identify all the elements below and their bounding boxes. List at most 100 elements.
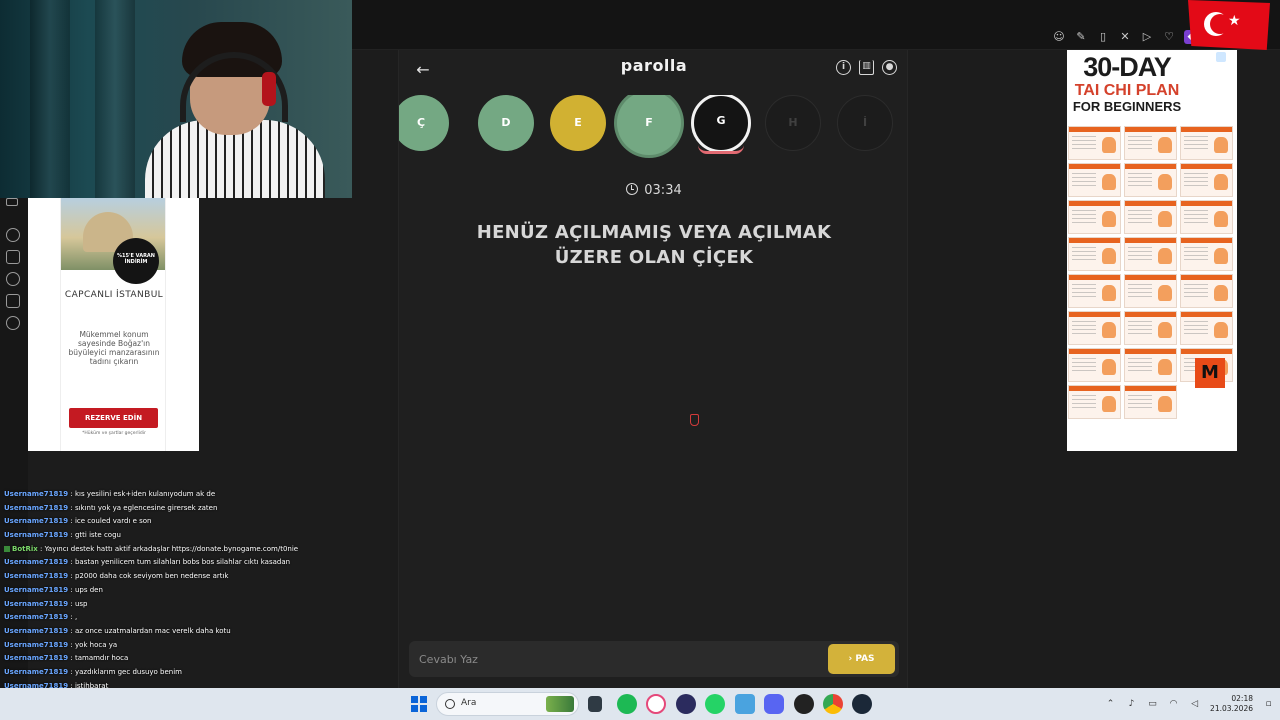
letter-bubble: G — [691, 95, 751, 154]
windows-start-icon[interactable] — [411, 696, 427, 712]
chat-text: p2000 daha cok seviyom ben nedense artık — [74, 572, 229, 581]
chat-username[interactable]: Username71819 — [4, 504, 68, 512]
info-icon[interactable]: i — [836, 60, 851, 75]
day-header — [1181, 349, 1232, 354]
chat-message: Username71819 : , — [0, 611, 400, 625]
exercise-figure — [1102, 174, 1116, 190]
chat-username[interactable]: Username71819 — [4, 558, 68, 566]
day-cell — [1124, 163, 1177, 197]
star-icon: ★ — [1228, 13, 1241, 29]
header-actions: i ▥ ● — [836, 60, 897, 75]
clock-icon — [626, 183, 639, 195]
day-cell — [1124, 311, 1177, 345]
chat-separator: : — [68, 558, 75, 567]
exercise-figure — [1158, 322, 1172, 338]
spotify-icon[interactable] — [617, 694, 637, 714]
screen: { "game": { "title": "parolla", "timer":… — [0, 0, 1280, 720]
exercise-lines — [1184, 321, 1208, 337]
chat-username[interactable]: Username71819 — [4, 613, 68, 621]
chat-separator: : — [68, 667, 75, 676]
heart-icon[interactable]: ♡ — [1162, 30, 1176, 44]
chat-username[interactable]: Username71819 — [4, 490, 68, 498]
bag-icon[interactable] — [6, 250, 20, 264]
game-launcher-icon[interactable] — [794, 694, 814, 714]
network-app-icon[interactable] — [735, 694, 755, 714]
volume-icon[interactable]: ◁ — [1189, 699, 1200, 710]
obs-icon[interactable] — [676, 694, 696, 714]
chat-username[interactable]: Username71819 — [4, 668, 68, 676]
chat-username[interactable]: Username71819 — [4, 586, 68, 594]
task-view-icon[interactable] — [588, 696, 602, 712]
play-circle-icon[interactable] — [6, 228, 20, 242]
exercise-figure — [1214, 137, 1228, 153]
day-cell — [1124, 274, 1177, 308]
day-cell — [1124, 385, 1177, 419]
translate-icon[interactable]: ✕ — [1118, 30, 1132, 44]
chat-separator: : — [68, 572, 75, 581]
answer-input[interactable] — [419, 641, 819, 677]
countdown-timer: 03:34 — [399, 183, 909, 198]
pass-button[interactable]: › PAS — [828, 644, 895, 674]
hotel-advertisement[interactable]: %15'E VARAN İNDİRİM CAPCANLI İSTANBUL Mü… — [28, 198, 199, 451]
chat-username[interactable]: BotRix — [12, 545, 38, 553]
exercise-figure — [1214, 211, 1228, 227]
clock-icon[interactable] — [6, 272, 20, 286]
emoji-icon[interactable]: ☺ — [1052, 30, 1066, 44]
exercise-lines — [1072, 395, 1096, 411]
day-header — [1181, 127, 1232, 132]
day-cell — [1068, 385, 1121, 419]
tai-chi-advertisement[interactable]: 30-DAY TAI CHI PLAN FOR BEGINNERS M — [1067, 50, 1237, 451]
exercise-figure — [1102, 211, 1116, 227]
tai-chi-subtitle: TAI CHI PLAN — [1074, 82, 1180, 99]
microphone-icon[interactable]: ♪ — [1126, 699, 1137, 710]
day-cell — [1068, 348, 1121, 382]
refresh-icon[interactable] — [6, 316, 20, 330]
chat-username[interactable]: Username71819 — [4, 517, 68, 525]
reserve-button[interactable]: REZERVE EDİN — [69, 408, 158, 428]
exercise-lines — [1184, 284, 1208, 300]
chat-username[interactable]: Username71819 — [4, 627, 68, 635]
day-header — [1069, 201, 1120, 206]
stats-icon[interactable]: ▥ — [859, 60, 874, 75]
steam-icon[interactable] — [852, 694, 872, 714]
day-header — [1181, 201, 1232, 206]
taskbar-clock[interactable]: 02:18 21.03.2026 — [1210, 694, 1253, 714]
bookmark-icon[interactable]: ▯ — [1096, 30, 1110, 44]
discord-icon[interactable] — [764, 694, 784, 714]
day-cell — [1068, 126, 1121, 160]
chat-username[interactable]: Username71819 — [4, 641, 68, 649]
app-icon[interactable] — [646, 694, 666, 714]
chrome-icon[interactable] — [823, 694, 843, 714]
play-icon[interactable]: ▷ — [1140, 30, 1154, 44]
wifi-icon[interactable]: ◠ — [1168, 699, 1179, 710]
chat-message: Username71819 : yazdıklarım gec dusuyo b… — [0, 666, 400, 680]
ad-terms-note: *Hüküm ve şartlar geçerlidir — [82, 431, 146, 436]
notification-icon[interactable]: ▫ — [1263, 699, 1274, 710]
ad-content: %15'E VARAN İNDİRİM CAPCANLI İSTANBUL Mü… — [60, 198, 166, 451]
letter-bubble: İ — [837, 95, 893, 151]
exercise-lines — [1072, 173, 1096, 189]
settings-icon[interactable] — [6, 294, 20, 308]
pin-icon[interactable]: ✎ — [1074, 30, 1088, 44]
day-header — [1069, 127, 1120, 132]
day-header — [1069, 312, 1120, 317]
chat-username[interactable]: Username71819 — [4, 572, 68, 580]
day-cell — [1068, 237, 1121, 271]
day-cell — [1180, 237, 1233, 271]
day-cell — [1180, 274, 1233, 308]
profile-icon[interactable]: ● — [882, 60, 897, 75]
whatsapp-icon[interactable] — [705, 694, 725, 714]
taskbar-search[interactable]: Ara — [436, 692, 579, 716]
display-icon[interactable]: ▭ — [1147, 699, 1158, 710]
pass-label: PAS — [855, 654, 875, 664]
chat-username[interactable]: Username71819 — [4, 654, 68, 662]
chat-separator: : — [68, 626, 75, 635]
exercise-lines — [1128, 284, 1152, 300]
day-header — [1069, 275, 1120, 280]
chat-username[interactable]: Username71819 — [4, 531, 68, 539]
chat-username[interactable]: Username71819 — [4, 600, 68, 608]
ad-close-icon[interactable] — [1216, 52, 1226, 62]
chevron-up-icon[interactable]: ⌃ — [1105, 699, 1116, 710]
gamepad-icon[interactable] — [6, 198, 18, 206]
stream-chat: Username71819 : kıs yesilini esk+iden ku… — [0, 488, 400, 693]
